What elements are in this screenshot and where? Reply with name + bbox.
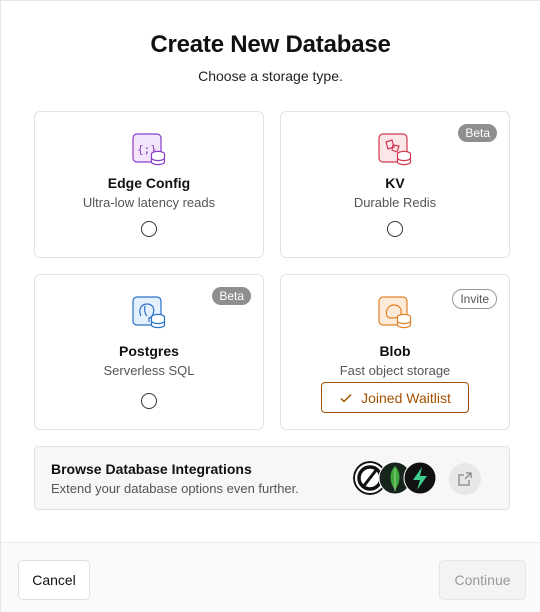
option-name: Edge Config (107, 175, 191, 191)
postgres-icon (132, 296, 166, 329)
continue-button[interactable]: Continue (439, 560, 526, 600)
waitlist-label: Joined Waitlist (361, 389, 451, 406)
dialog-title: Create New Database (150, 31, 391, 58)
option-description: Fast object storage (339, 363, 451, 378)
integrations-subtitle: Extend your database options even furthe… (51, 481, 299, 496)
option-card-kv[interactable]: Beta KV Durable Redis (280, 111, 510, 258)
option-card-blob[interactable]: Invite Blob Fast object storage Joined W… (280, 274, 510, 430)
postgres-radio[interactable] (141, 393, 157, 409)
open-integrations-button[interactable] (449, 463, 481, 495)
option-description: Serverless SQL (103, 363, 195, 378)
option-description: Ultra-low latency reads (82, 195, 216, 210)
invite-badge: Invite (452, 289, 497, 309)
beta-badge: Beta (212, 287, 251, 305)
option-name: Blob (379, 343, 411, 359)
option-name: KV (385, 175, 405, 191)
dialog-footer: Cancel Continue (1, 542, 540, 612)
integration-logos (353, 461, 437, 495)
option-description: Durable Redis (353, 195, 437, 210)
joined-waitlist-button[interactable]: Joined Waitlist (321, 382, 469, 413)
kv-icon (378, 133, 412, 166)
create-database-dialog: Create New Database Choose a storage typ… (0, 0, 540, 612)
cancel-button[interactable]: Cancel (18, 560, 90, 600)
browse-integrations-panel[interactable]: Browse Database Integrations Extend your… (34, 446, 510, 510)
blob-icon (378, 296, 412, 329)
edge-config-icon: {;} (132, 133, 166, 166)
option-card-edge-config[interactable]: {;} Edge Config Ultra-low latency reads (34, 111, 264, 258)
kv-radio[interactable] (387, 221, 403, 237)
external-link-icon (458, 472, 472, 486)
option-card-postgres[interactable]: Beta Postgres Serverless SQL (34, 274, 264, 430)
option-name: Postgres (119, 343, 179, 359)
beta-badge: Beta (458, 124, 497, 142)
dialog-subtitle: Choose a storage type. (198, 68, 343, 84)
edge-config-radio[interactable] (141, 221, 157, 237)
check-icon (340, 393, 352, 403)
integrations-title: Browse Database Integrations (51, 461, 252, 477)
integration-logo-3 (403, 461, 437, 495)
